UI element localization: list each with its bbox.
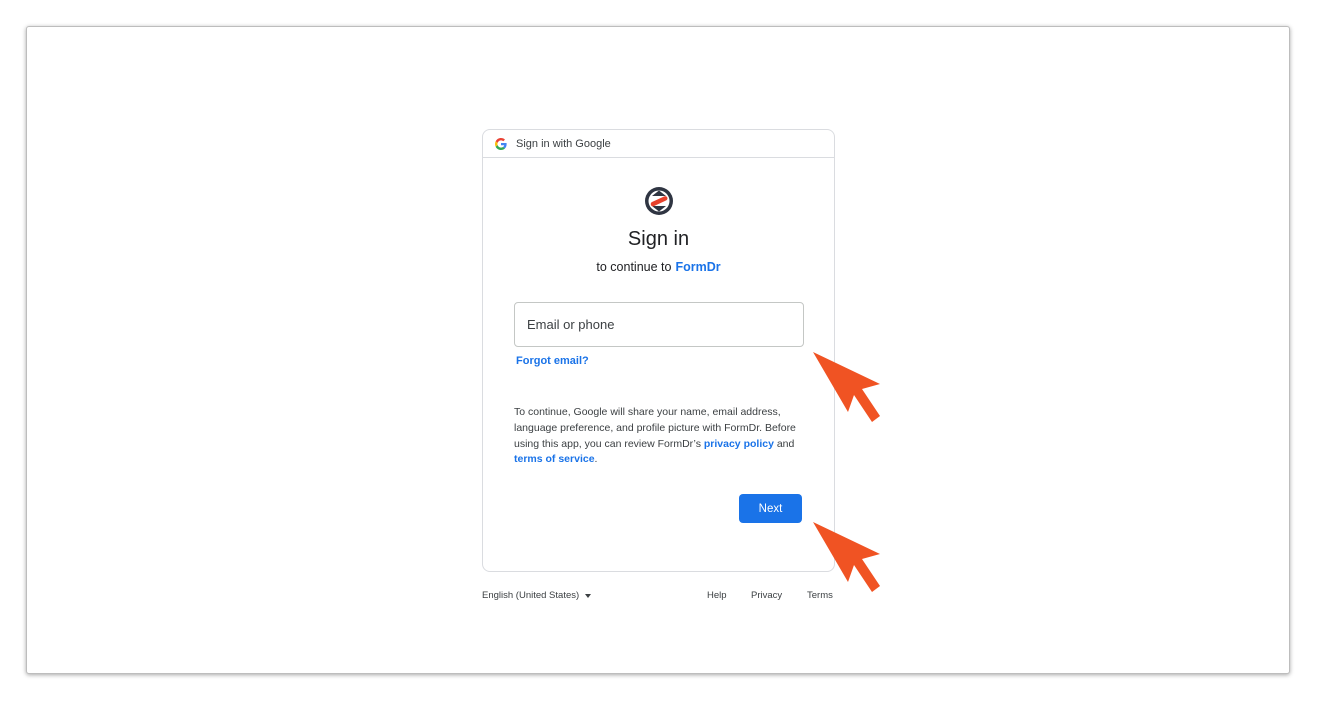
annotation-arrow-icon (813, 522, 880, 592)
help-link[interactable]: Help (707, 590, 727, 601)
card-header: Sign in with Google (483, 130, 834, 158)
subtitle-prefix: to continue to (596, 260, 672, 274)
privacy-link[interactable]: Privacy (751, 590, 782, 601)
consent-text: To continue, Google will share your name… (514, 405, 809, 468)
formdr-logo-icon (645, 187, 673, 215)
consent-and: and (776, 437, 795, 450)
caret-down-icon (585, 593, 592, 598)
language-selector[interactable]: English (United States) (482, 590, 592, 601)
terms-of-service-link[interactable]: terms of service (514, 453, 595, 465)
header-title: Sign in with Google (516, 137, 611, 150)
privacy-policy-link[interactable]: privacy policy (704, 438, 774, 450)
annotation-arrow-icon (813, 352, 880, 422)
subtitle: to continue to FormDr (483, 260, 834, 274)
page-title: Sign in (627, 228, 690, 250)
forgot-email-link[interactable]: Forgot email? (516, 355, 589, 367)
google-g-icon (495, 137, 507, 150)
app-name: FormDr (675, 260, 721, 274)
consent-period: . (594, 453, 598, 466)
email-input[interactable] (514, 302, 804, 347)
sign-in-card: Sign in with Google Sign in to continue … (482, 129, 835, 572)
next-button[interactable]: Next (739, 494, 802, 523)
language-label: English (United States) (482, 590, 580, 601)
